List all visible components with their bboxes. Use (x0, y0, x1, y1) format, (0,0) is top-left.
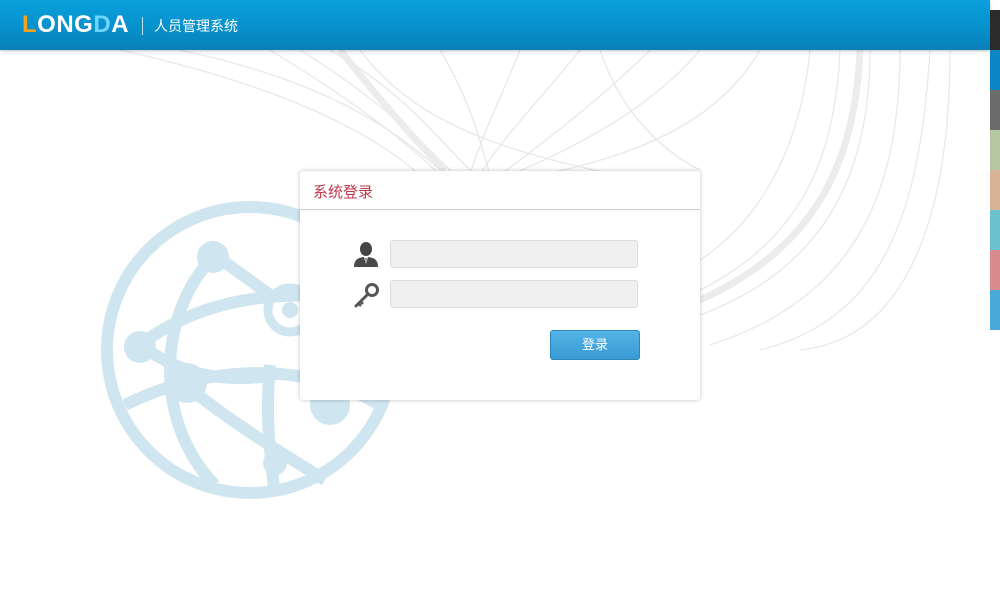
theme-swatch-tan[interactable] (990, 170, 1000, 210)
key-icon (354, 283, 379, 308)
login-button[interactable]: 登录 (550, 330, 640, 360)
theme-swatch-sky[interactable] (990, 290, 1000, 330)
user-icon (354, 242, 378, 267)
brand-logo: LONGDA (22, 11, 129, 39)
logo-letters-ong: ONG (37, 11, 94, 38)
top-header: LONGDA 人员管理系统 (0, 0, 990, 50)
theme-swatch-olive[interactable] (990, 130, 1000, 170)
logo-letter-l: L (22, 11, 38, 38)
login-title: 系统登录 (313, 183, 374, 201)
password-field[interactable] (390, 280, 638, 308)
theme-swatch-bar (990, 10, 1000, 330)
username-field[interactable] (390, 240, 638, 268)
login-panel: 系统登录 登录 (300, 171, 700, 400)
theme-swatch-teal[interactable] (990, 210, 1000, 250)
logo-letter-d: D (93, 11, 112, 38)
header-divider (142, 17, 143, 35)
logo-letter-a: A (111, 11, 130, 38)
theme-swatch-gray[interactable] (990, 90, 1000, 130)
login-page: LONGDA 人员管理系统 系统登录 登录 (0, 0, 1000, 600)
theme-swatch-rose[interactable] (990, 250, 1000, 290)
login-panel-header: 系统登录 (300, 171, 700, 210)
theme-swatch-blue[interactable] (990, 50, 1000, 90)
app-title: 人员管理系统 (154, 19, 238, 35)
theme-swatch-dark[interactable] (990, 10, 1000, 50)
